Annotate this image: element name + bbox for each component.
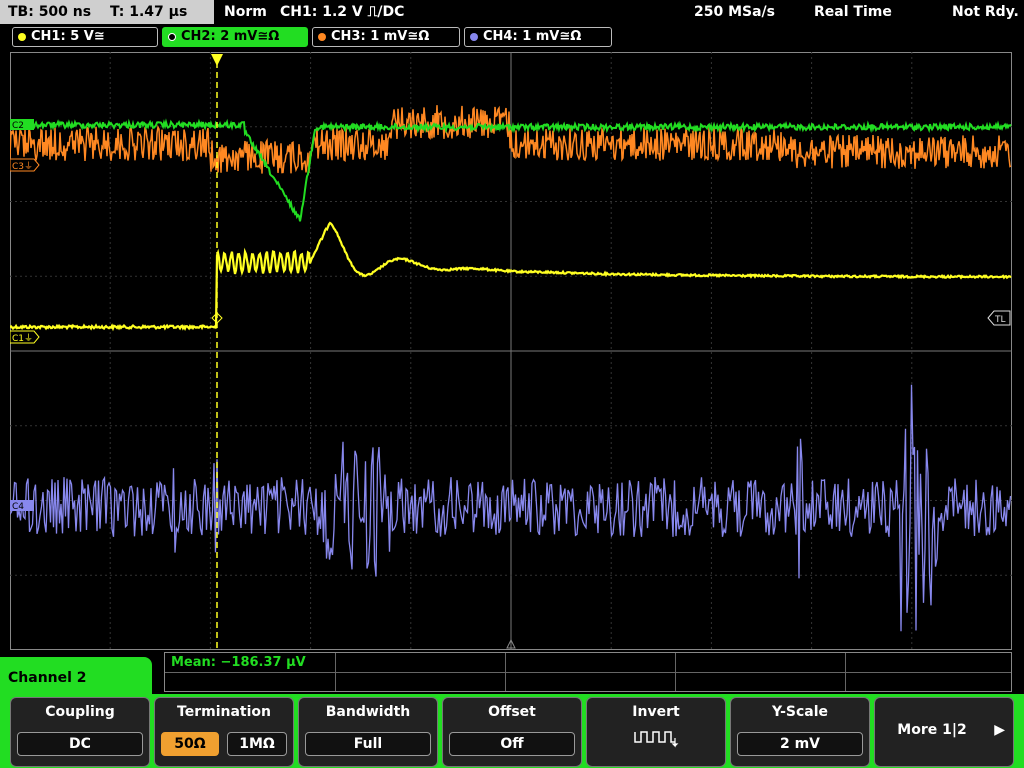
- more-label: More 1|2: [897, 722, 967, 738]
- termination-50ohm[interactable]: 50Ω: [161, 732, 219, 756]
- trigger-position-icon: [211, 54, 223, 66]
- invert-softkey[interactable]: Invert: [586, 697, 726, 767]
- ch2-dot-icon: [168, 33, 176, 41]
- coupling-softkey[interactable]: Coupling DC: [10, 697, 150, 767]
- trigger-source[interactable]: CH1: 1.2 V ⎍/DC: [280, 0, 404, 24]
- bandwidth-softkey[interactable]: Bandwidth Full: [298, 697, 438, 767]
- c4-marker-text: C4: [12, 502, 24, 512]
- right-arrow-icon: ▶: [994, 722, 1005, 738]
- c2-marker[interactable]: C2: [10, 119, 34, 131]
- offset-title: Offset: [488, 704, 536, 720]
- termination-softkey[interactable]: Termination 50Ω 1MΩ: [154, 697, 294, 767]
- ch3-label: CH3: 1 mV≅Ω: [331, 29, 430, 44]
- c1-marker[interactable]: C1⏚: [10, 330, 40, 344]
- bandwidth-value[interactable]: Full: [305, 732, 431, 756]
- status-bar: TB: 500 ns T: 1.47 µs Norm CH1: 1.2 V ⎍/…: [0, 0, 1024, 25]
- invert-title: Invert: [632, 704, 680, 720]
- ch1-label: CH1: 5 V≅: [31, 29, 105, 44]
- acquisition-mode: Real Time: [814, 4, 892, 20]
- termination-1mohm[interactable]: 1MΩ: [227, 732, 287, 756]
- ch4-waveform: [10, 384, 1012, 632]
- channel-tab-ch1[interactable]: CH1: 5 V≅: [12, 27, 158, 47]
- timebase-box[interactable]: TB: 500 ns T: 1.47 µs: [0, 0, 214, 24]
- measurement-panel: Mean: −186.37 µV: [164, 652, 1012, 692]
- trigger-mode[interactable]: Norm: [224, 0, 267, 24]
- trigger-level-marker[interactable]: TL: [987, 310, 1011, 326]
- ch4-dot-icon: [470, 33, 478, 41]
- termination-title: Termination: [177, 704, 271, 720]
- ch1-dot-icon: [18, 33, 26, 41]
- offset-value[interactable]: Off: [449, 732, 575, 756]
- channel-tab-ch3[interactable]: CH3: 1 mV≅Ω: [312, 27, 460, 47]
- yscale-title: Y-Scale: [771, 704, 828, 720]
- yscale-softkey[interactable]: Y-Scale 2 mV: [730, 697, 870, 767]
- c1-marker-text: C1⏚: [12, 333, 33, 344]
- more-softkey[interactable]: More 1|2 ▶: [874, 697, 1014, 767]
- ready-state: Not Rdy.: [952, 4, 1019, 20]
- channel-tab-ch4[interactable]: CH4: 1 mV≅Ω: [464, 27, 612, 47]
- coupling-title: Coupling: [45, 704, 115, 720]
- timebase: TB: 500 ns: [8, 4, 92, 20]
- measurement-mean: Mean: −186.37 µV: [171, 655, 306, 670]
- bandwidth-title: Bandwidth: [325, 704, 411, 720]
- coupling-value[interactable]: DC: [17, 732, 143, 756]
- menu-title: Channel 2: [0, 657, 152, 697]
- channel-tab-ch2[interactable]: CH2: 2 mV≅Ω: [162, 27, 308, 47]
- c3-marker-text: C3⏚: [12, 161, 33, 172]
- offset-softkey[interactable]: Offset Off: [442, 697, 582, 767]
- waveform-display[interactable]: C2 C3⏚ C1⏚ C4 TL: [10, 52, 1012, 650]
- trigger-time: T: 1.47 µs: [109, 4, 188, 20]
- yscale-value[interactable]: 2 mV: [737, 732, 863, 756]
- c4-marker[interactable]: C4: [10, 500, 34, 512]
- ch3-dot-icon: [318, 33, 326, 41]
- ch2-label: CH2: 2 mV≅Ω: [181, 29, 280, 44]
- sample-rate: 250 MSa/s: [694, 4, 776, 20]
- ch4-label: CH4: 1 mV≅Ω: [483, 29, 582, 44]
- c2-marker-text: C2: [12, 121, 24, 131]
- c3-marker[interactable]: C3⏚: [10, 158, 40, 172]
- trigger-level-text: TL: [994, 315, 1006, 325]
- invert-waveform-icon: [634, 731, 679, 748]
